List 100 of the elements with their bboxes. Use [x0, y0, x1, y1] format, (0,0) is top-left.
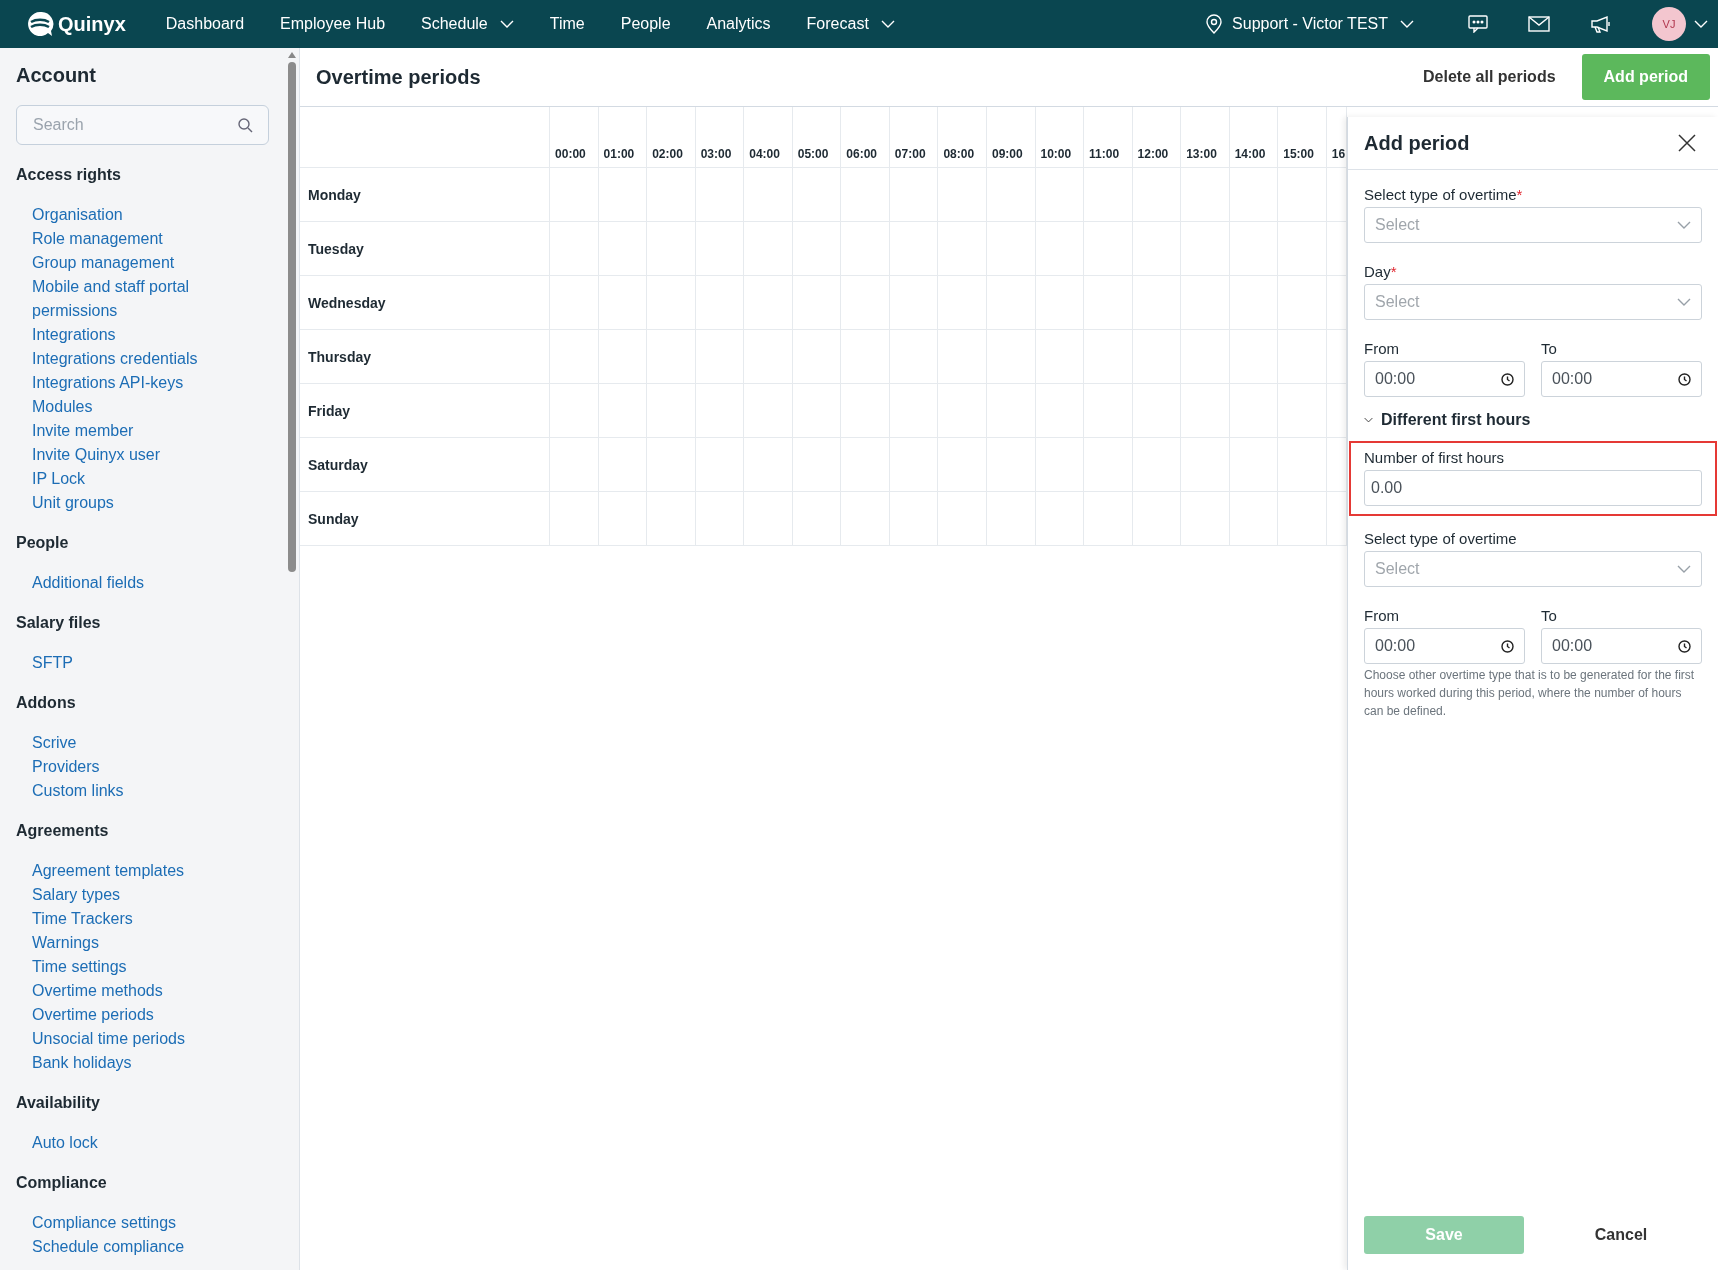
- sidebar-link[interactable]: Modules: [32, 395, 93, 419]
- day-label: Saturday: [300, 437, 550, 492]
- sidebar-link[interactable]: Invite Quinyx user: [32, 443, 161, 467]
- hour-header: 05:00: [792, 107, 841, 168]
- hour-header: 03:00: [695, 107, 744, 168]
- clock-icon: [1501, 639, 1514, 653]
- nav-link[interactable]: Employee Hub: [280, 15, 386, 33]
- sidebar-link[interactable]: Providers: [32, 755, 100, 779]
- clock-icon: [1501, 372, 1514, 386]
- sidebar-link[interactable]: Unit groups: [32, 491, 114, 515]
- nav-link[interactable]: Analytics: [706, 15, 771, 33]
- hour-header: 00:00: [549, 107, 599, 168]
- day-label: Sunday: [300, 491, 550, 546]
- sidebar-link[interactable]: Custom links: [32, 779, 124, 803]
- chevron-down-icon: [1694, 20, 1708, 28]
- field-label: Number of first hours: [1364, 449, 1506, 466]
- nav-link[interactable]: Forecast: [806, 15, 895, 33]
- clock-icon: [1678, 639, 1691, 653]
- chevron-down-icon: [1677, 565, 1691, 573]
- scrollbar-thumb[interactable]: [288, 62, 296, 572]
- sidebar-link[interactable]: Integrations credentials: [32, 347, 198, 371]
- day-label: Thursday: [300, 329, 550, 384]
- sidebar-link[interactable]: Mobile and staff portal permissions: [32, 275, 222, 323]
- hour-header: 08:00: [937, 107, 987, 168]
- sidebar-link[interactable]: Role management: [32, 227, 163, 251]
- sidebar-link[interactable]: Invite member: [32, 419, 134, 443]
- sidebar-link[interactable]: Time settings: [32, 955, 127, 979]
- number-input[interactable]: 0.00: [1364, 470, 1702, 506]
- section-heading: Access rights: [16, 165, 122, 185]
- day-label: Friday: [300, 383, 550, 438]
- chevron-down-icon: [880, 20, 895, 28]
- sidebar-link[interactable]: IP Lock: [32, 467, 86, 491]
- section-heading: People: [16, 533, 70, 553]
- hour-header: 04:00: [743, 107, 793, 168]
- section-toggle[interactable]: Different first hours: [1364, 411, 1702, 429]
- nav-link[interactable]: Schedule: [421, 15, 514, 33]
- sidebar-link[interactable]: Time Trackers: [32, 907, 133, 931]
- time-input[interactable]: 00:00: [1364, 361, 1525, 397]
- user-avatar[interactable]: VJ: [1652, 7, 1686, 41]
- sidebar-link[interactable]: Bank holidays: [32, 1051, 132, 1075]
- time-input[interactable]: 00:00: [1541, 361, 1702, 397]
- cancel-button[interactable]: Cancel: [1540, 1225, 1702, 1245]
- page-title: Overtime periods: [316, 65, 482, 89]
- sidebar-link[interactable]: Auto lock: [32, 1131, 98, 1155]
- day-label: Wednesday: [300, 275, 550, 330]
- search-icon: [237, 117, 253, 133]
- hour-header: 11:00: [1083, 107, 1133, 168]
- sidebar-link[interactable]: Group management: [32, 251, 175, 275]
- field-label: From: [1364, 340, 1400, 357]
- field-label: Day*: [1364, 263, 1398, 280]
- sidebar-link[interactable]: Scrive: [32, 731, 77, 755]
- nav-link[interactable]: People: [620, 15, 671, 33]
- day-label: Monday: [300, 167, 550, 222]
- sidebar-link[interactable]: Compliance settings: [32, 1211, 177, 1235]
- chat-icon[interactable]: [1468, 15, 1488, 33]
- sidebar-link[interactable]: Schedule compliance: [32, 1235, 185, 1259]
- close-icon[interactable]: [1678, 134, 1696, 152]
- hour-header: 02:00: [646, 107, 696, 168]
- time-input[interactable]: 00:00: [1541, 628, 1702, 664]
- hour-header: 01:00: [598, 107, 647, 168]
- day-label: Tuesday: [300, 221, 550, 276]
- delete-all-button[interactable]: Delete all periods: [1397, 68, 1582, 86]
- sidebar-link[interactable]: Salary types: [32, 883, 121, 907]
- chevron-down-icon: [1364, 416, 1373, 424]
- section-heading: Availability: [16, 1093, 101, 1113]
- nav-link[interactable]: Time: [549, 15, 585, 33]
- chevron-down-icon: [1677, 298, 1691, 306]
- mail-icon[interactable]: [1528, 16, 1550, 32]
- hour-header: 13:00: [1180, 107, 1230, 168]
- hour-header: 15:00: [1277, 107, 1327, 168]
- search-field[interactable]: Search: [16, 105, 269, 145]
- field-label: Select type of overtime: [1364, 530, 1518, 547]
- section-heading: Agreements: [16, 821, 110, 841]
- sidebar-link[interactable]: Warnings: [32, 931, 99, 955]
- hour-header: 07:00: [889, 107, 938, 168]
- hour-header: 09:00: [986, 107, 1035, 168]
- section-heading: Compliance: [16, 1173, 108, 1193]
- section-heading: Salary files: [16, 613, 102, 633]
- sidebar-link[interactable]: Organisation: [32, 203, 123, 227]
- sidebar-link[interactable]: Integrations API-keys: [32, 371, 184, 395]
- sidebar-link[interactable]: Integrations: [32, 323, 116, 347]
- time-input[interactable]: 00:00: [1364, 628, 1525, 664]
- sidebar-link[interactable]: Overtime periods: [32, 1003, 154, 1027]
- sidebar-link[interactable]: Additional fields: [32, 571, 145, 595]
- sidebar-link[interactable]: Agreement templates: [32, 859, 185, 883]
- field-label: Select type of overtime*: [1364, 186, 1524, 203]
- sidebar-link[interactable]: Overtime methods: [32, 979, 163, 1003]
- field-label: To: [1541, 340, 1558, 357]
- help-text: Choose other overtime type that is to be generated for the first hours worked during this period, where the number of hours can be defined.: [1364, 667, 1696, 720]
- location-selector[interactable]: Support - Victor TEST: [1232, 15, 1414, 33]
- chevron-down-icon: [1400, 20, 1414, 28]
- scroll-up-arrow-icon[interactable]: [288, 52, 296, 58]
- chevron-down-icon: [499, 20, 514, 28]
- location-pin-icon: [1206, 14, 1223, 34]
- chevron-down-icon: [1677, 221, 1691, 229]
- sidebar-link[interactable]: SFTP: [32, 651, 73, 675]
- sidebar-link[interactable]: Unsocial time periods: [32, 1027, 185, 1051]
- megaphone-icon[interactable]: [1590, 15, 1612, 33]
- nav-link[interactable]: Dashboard: [165, 15, 245, 33]
- hour-header: 10:00: [1035, 107, 1084, 168]
